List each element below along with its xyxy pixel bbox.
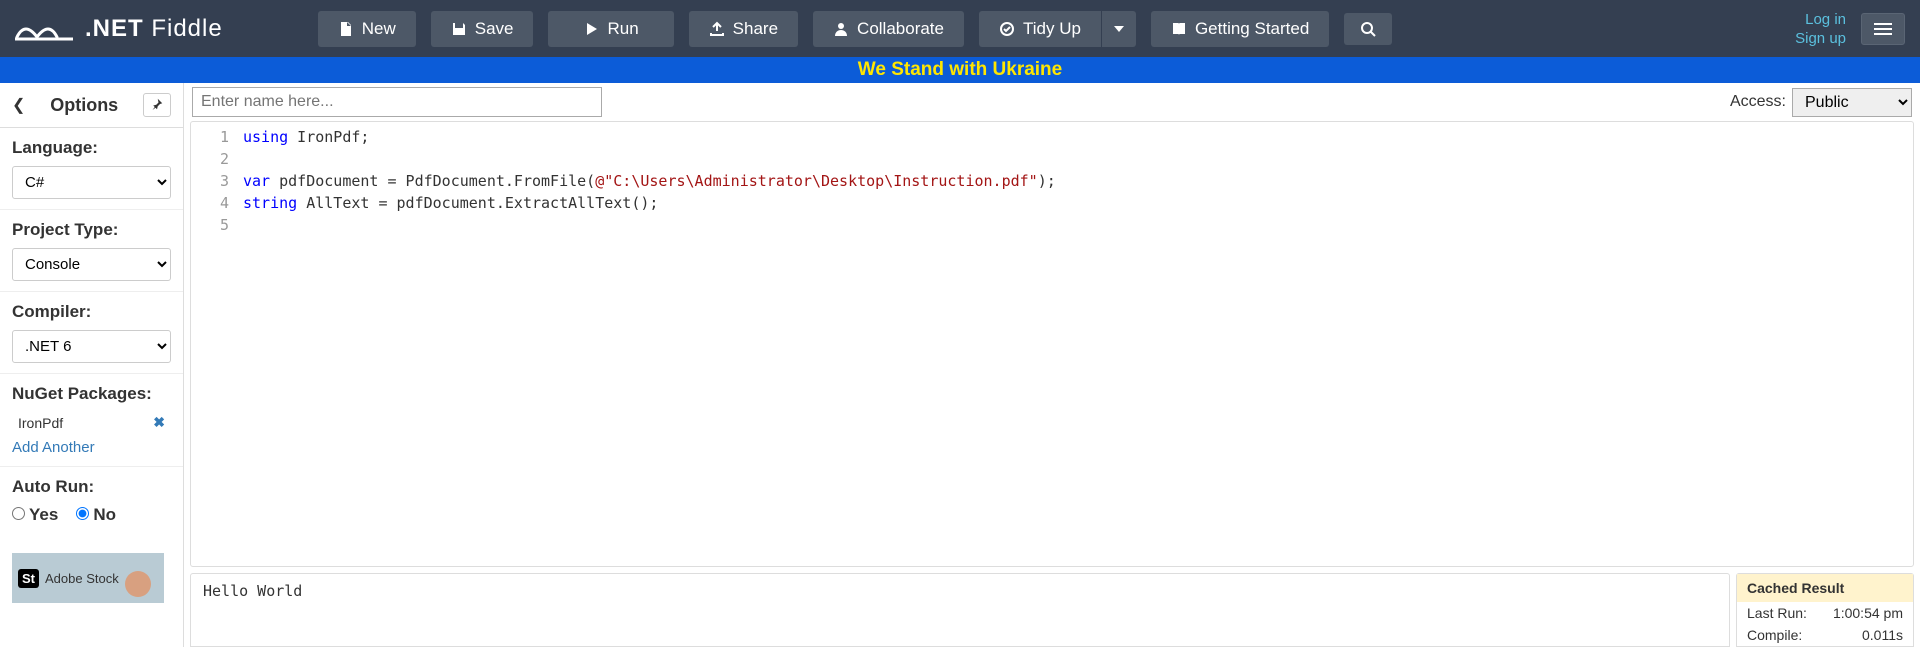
project-select[interactable]: Console — [12, 248, 171, 281]
chevron-down-icon — [1114, 26, 1124, 32]
logo[interactable]: .NET Fiddle — [15, 15, 223, 43]
project-label: Project Type: — [12, 220, 171, 240]
signup-link[interactable]: Sign up — [1795, 30, 1846, 47]
sidebar: ❮ Options Language: C# Project Type: Con… — [0, 83, 184, 647]
autorun-section: Auto Run: Yes No — [0, 467, 183, 543]
access-label: Access: — [1730, 93, 1786, 111]
user-icon — [833, 21, 849, 37]
compiler-section: Compiler: .NET 6 — [0, 292, 183, 374]
getting-started-label: Getting Started — [1195, 19, 1309, 39]
run-button[interactable]: Run — [548, 11, 673, 47]
search-button[interactable] — [1344, 13, 1392, 45]
getting-started-button[interactable]: Getting Started — [1151, 11, 1329, 47]
autorun-no-option[interactable]: No — [76, 505, 116, 525]
main-area: ❮ Options Language: C# Project Type: Con… — [0, 83, 1920, 647]
search-icon — [1360, 21, 1376, 37]
new-label: New — [362, 19, 396, 39]
ad-text: Adobe Stock — [45, 571, 119, 586]
save-label: Save — [475, 19, 514, 39]
remove-package-button[interactable]: ✖ — [153, 414, 165, 431]
add-package-link[interactable]: Add Another — [12, 439, 95, 456]
nuget-item-name[interactable]: IronPdf — [18, 415, 63, 431]
language-section: Language: C# — [0, 128, 183, 210]
pin-icon — [151, 98, 163, 110]
editor-top-row: Access: Public — [184, 83, 1920, 121]
adobe-stock-logo-icon: St — [18, 569, 39, 588]
collaborate-button[interactable]: Collaborate — [813, 11, 964, 47]
last-run-value: 1:00:54 pm — [1833, 605, 1903, 621]
collaborate-label: Collaborate — [857, 19, 944, 39]
compile-value: 0.011s — [1862, 627, 1903, 643]
last-run-label: Last Run: — [1747, 605, 1807, 621]
code-content[interactable]: using IronPdf; var pdfDocument = PdfDocu… — [237, 122, 1913, 566]
toolbar: .NET Fiddle New Save Run Share Collabora… — [0, 0, 1920, 57]
access-select[interactable]: Public — [1792, 88, 1912, 117]
pin-button[interactable] — [143, 93, 171, 117]
autorun-yes-option[interactable]: Yes — [12, 505, 58, 525]
last-run-row: Last Run: 1:00:54 pm — [1737, 602, 1913, 624]
output-panel: Hello World — [190, 573, 1730, 647]
project-section: Project Type: Console — [0, 210, 183, 292]
logo-icon — [15, 17, 75, 41]
access-controls: Access: Public — [1730, 88, 1912, 117]
ukraine-banner[interactable]: We Stand with Ukraine — [0, 57, 1920, 83]
play-icon — [583, 21, 599, 37]
line-gutter: 1 2 3 4 5 — [191, 122, 237, 566]
share-label: Share — [733, 19, 778, 39]
autorun-radios: Yes No — [12, 505, 171, 533]
new-button[interactable]: New — [318, 11, 416, 47]
auth-links: Log in Sign up — [1795, 11, 1846, 47]
code-editor[interactable]: 1 2 3 4 5 using IronPdf; var pdfDocument… — [190, 121, 1914, 567]
compiler-label: Compiler: — [12, 302, 171, 322]
hamburger-icon — [1874, 22, 1892, 36]
language-select[interactable]: C# — [12, 166, 171, 199]
result-panel: Cached Result Last Run: 1:00:54 pm Compi… — [1736, 573, 1914, 647]
login-link[interactable]: Log in — [1805, 11, 1846, 28]
tidy-group: Tidy Up — [979, 11, 1136, 47]
autorun-yes-radio[interactable] — [12, 507, 25, 520]
logo-text: .NET Fiddle — [85, 15, 223, 43]
sidebar-header: ❮ Options — [0, 83, 183, 128]
book-icon — [1171, 21, 1187, 37]
compile-row: Compile: 0.011s — [1737, 624, 1913, 646]
share-icon — [709, 21, 725, 37]
ad-image — [125, 571, 151, 597]
compile-label: Compile: — [1747, 627, 1802, 643]
nuget-item: IronPdf ✖ — [12, 412, 171, 433]
menu-button[interactable] — [1861, 13, 1905, 45]
editor-area: Access: Public 1 2 3 4 5 using IronPdf; … — [184, 83, 1920, 647]
check-icon — [999, 21, 1015, 37]
collapse-icon[interactable]: ❮ — [12, 95, 25, 115]
toolbar-right: Log in Sign up — [1795, 11, 1905, 47]
file-icon — [338, 21, 354, 37]
nuget-section: NuGet Packages: IronPdf ✖ Add Another — [0, 374, 183, 467]
tidy-dropdown-button[interactable] — [1101, 11, 1136, 47]
tidy-label: Tidy Up — [1023, 19, 1081, 39]
bottom-row: Hello World Cached Result Last Run: 1:00… — [190, 573, 1914, 647]
language-label: Language: — [12, 138, 171, 158]
sidebar-title: Options — [35, 95, 133, 116]
autorun-label: Auto Run: — [12, 477, 171, 497]
result-header: Cached Result — [1737, 574, 1913, 602]
save-icon — [451, 21, 467, 37]
share-button[interactable]: Share — [689, 11, 798, 47]
save-button[interactable]: Save — [431, 11, 534, 47]
autorun-no-radio[interactable] — [76, 507, 89, 520]
nuget-label: NuGet Packages: — [12, 384, 171, 404]
compiler-select[interactable]: .NET 6 — [12, 330, 171, 363]
run-label: Run — [607, 19, 638, 39]
ad-banner[interactable]: St Adobe Stock — [12, 553, 164, 603]
fiddle-name-input[interactable] — [192, 87, 602, 117]
tidy-button[interactable]: Tidy Up — [979, 11, 1101, 47]
